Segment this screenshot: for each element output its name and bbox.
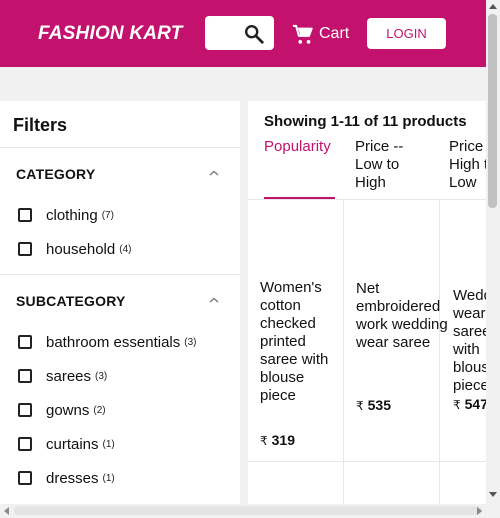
option-count: (1) [102,438,115,450]
price-value: 319 [271,432,295,448]
cart-link[interactable]: Cart [319,25,349,43]
divider [248,199,486,200]
scroll-down-arrow-icon[interactable] [489,492,497,497]
product-price: ₹535 [356,397,391,413]
currency-symbol: ₹ [356,399,364,413]
checkbox-icon[interactable] [18,369,32,383]
option-count: (3) [184,336,197,348]
scroll-up-arrow-icon[interactable] [489,4,497,9]
subcategory-option-sarees[interactable]: sarees (3) [18,366,107,386]
divider [248,461,486,462]
search-icon[interactable] [243,23,265,45]
option-label: gowns [46,401,90,419]
login-button[interactable]: LOGIN [367,18,446,49]
subcategory-option-curtains[interactable]: curtains (1) [18,434,115,454]
option-count: (1) [102,472,115,484]
subcategory-option-bathroom-essentials[interactable]: bathroom essentials (3) [18,332,196,352]
sort-tab-price-low-high[interactable]: Price -- Low to High [355,138,417,192]
price-value: 547 [464,396,486,412]
option-label: clothing [46,206,98,224]
product-price: ₹319 [260,432,295,448]
checkbox-icon[interactable] [18,208,32,222]
checkbox-icon[interactable] [18,437,32,451]
checkbox-icon[interactable] [18,471,32,485]
results-count: Showing 1-11 of 11 products [264,113,467,130]
option-label: curtains [46,435,99,453]
checkbox-icon[interactable] [18,335,32,349]
sort-tab-popularity[interactable]: Popularity [264,138,344,156]
option-label: sarees [46,367,92,385]
chevron-up-icon[interactable] [208,296,220,304]
option-label: bathroom essentials [46,333,181,351]
option-count: (4) [119,243,132,255]
sort-tab-price-high-low[interactable]: Price -- High to Low [449,138,486,192]
option-label: household [46,240,116,258]
divider [0,274,240,275]
category-section-title[interactable]: CATEGORY [16,166,95,182]
filters-title: Filters [13,115,68,135]
category-option-clothing[interactable]: clothing (7) [18,205,114,225]
filters-panel: Filters CATEGORY clothing (7) household … [0,101,240,504]
option-count: (2) [93,404,106,416]
product-price: ₹547 [453,396,486,412]
category-option-household[interactable]: household (4) [18,239,131,259]
option-count: (7) [101,209,114,221]
checkbox-icon[interactable] [18,403,32,417]
divider [343,199,344,504]
subcategory-section-title[interactable]: SUBCATEGORY [16,293,126,309]
products-panel: Showing 1-11 of 11 products Popularity P… [248,101,486,504]
currency-symbol: ₹ [260,434,268,448]
brand-logo[interactable]: FASHION KART [38,23,183,45]
divider [0,147,240,148]
option-label: dresses [46,469,99,487]
horizontal-scrollbar-thumb[interactable] [14,506,482,515]
scroll-left-arrow-icon[interactable] [4,507,9,515]
product-title[interactable]: Women's cotton checked printed saree wit… [260,279,340,405]
checkbox-icon[interactable] [18,242,32,256]
product-title[interactable]: Wedding wear saree with blouse piece [453,287,486,395]
scroll-right-arrow-icon[interactable] [477,507,482,515]
currency-symbol: ₹ [453,398,461,412]
option-count: (3) [95,370,108,382]
vertical-scrollbar-thumb[interactable] [488,14,497,208]
top-bar: FASHION KART Cart LOGIN [0,0,486,67]
price-value: 535 [367,397,391,413]
product-title[interactable]: Net embroidered work wedding wear saree [356,280,452,352]
subcategory-option-gowns[interactable]: gowns (2) [18,400,106,420]
cart-icon[interactable] [291,24,315,46]
chevron-up-icon[interactable] [208,169,220,177]
subcategory-option-dresses[interactable]: dresses (1) [18,468,115,488]
